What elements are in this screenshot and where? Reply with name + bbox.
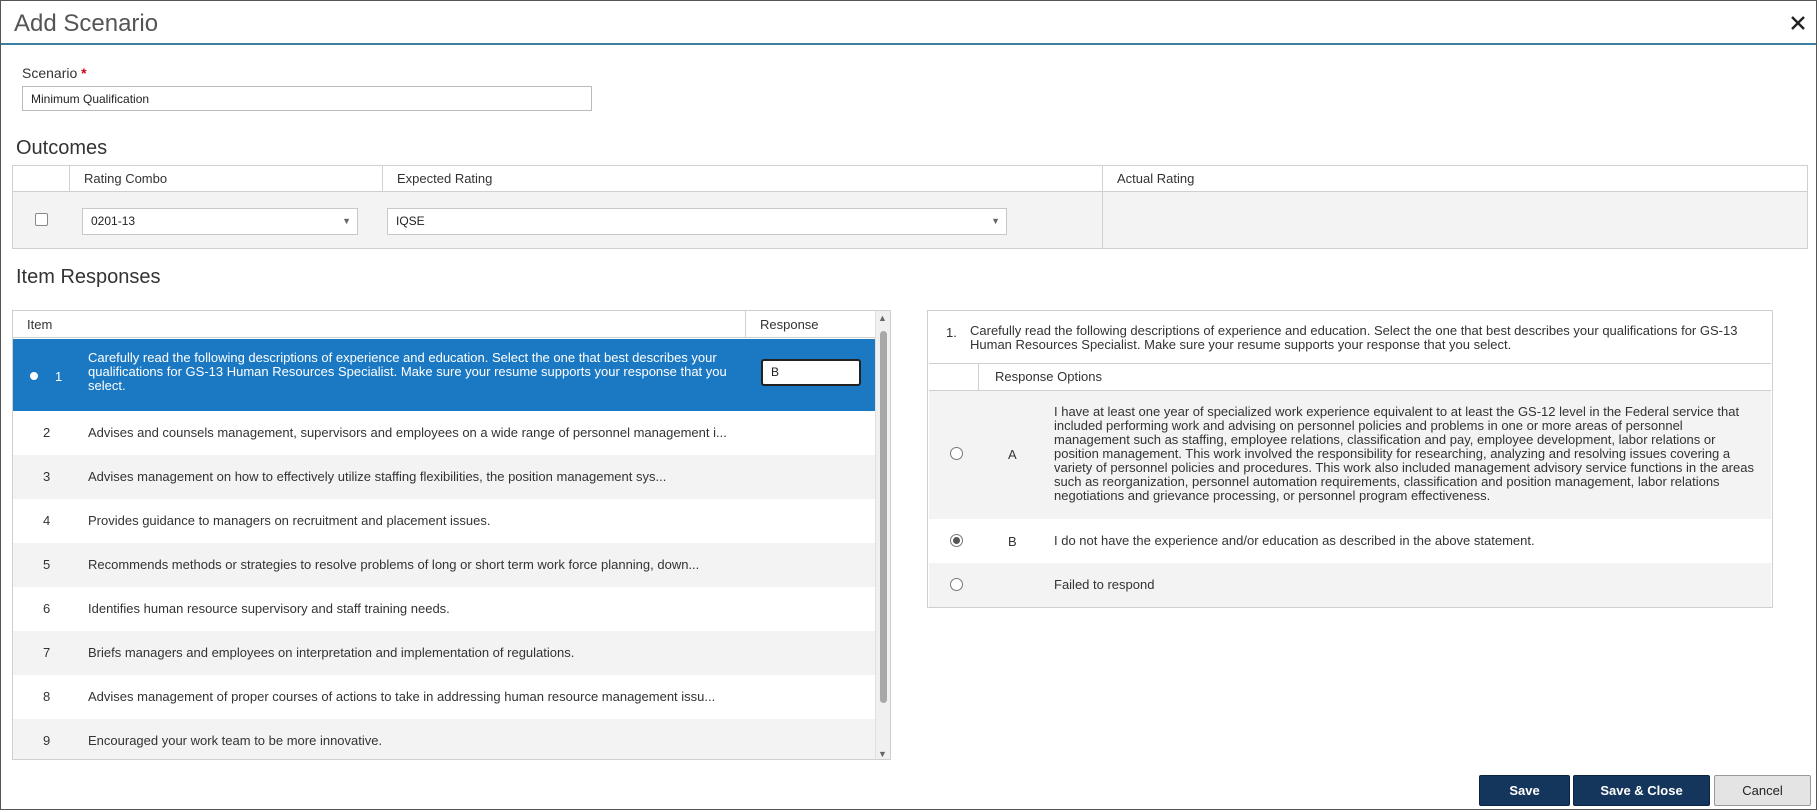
outcomes-select-col [13,166,69,192]
item-text: Provides guidance to managers on recruit… [88,513,491,528]
item-text: Recommends methods or strategies to reso… [88,557,700,572]
expected-rating-select[interactable]: IQSE ▼ [387,208,1007,235]
rating-combo-header: Rating Combo [69,166,382,192]
expected-rating-header: Expected Rating [382,166,1102,192]
rating-combo-select[interactable]: 0201-13 ▼ [82,208,358,235]
item-text: Identifies human resource supervisory an… [88,601,450,616]
item-row-selected[interactable]: 1 Carefully read the following descripti… [13,339,876,411]
item-text: Encouraged your work team to be more inn… [88,733,383,748]
option-text: I do not have the experience and/or educ… [1054,533,1535,548]
dialog-titlebar: Add Scenario [1,1,1816,45]
response-options-label: Response Options [995,369,1102,384]
question-text: Carefully read the following description… [970,323,1738,352]
scrollbar-thumb[interactable] [880,331,887,703]
row-indicator-icon [30,372,38,380]
item-number: 5 [43,557,51,572]
options-select-col [929,364,979,390]
items-grid: Item Response 1 Carefully read the follo… [12,310,891,760]
column-divider [746,338,747,339]
response-column-header: Response [760,317,819,332]
dialog-title: Add Scenario [14,10,159,37]
item-row[interactable]: 8 Advises management of proper courses o… [13,675,876,719]
item-number: 7 [43,645,51,660]
save-close-button[interactable]: Save & Close [1573,775,1710,806]
item-number: 4 [43,513,51,528]
item-text: Advises management on how to effectively… [88,469,667,484]
response-option-b[interactable]: B I do not have the experience and/or ed… [929,519,1771,563]
item-number: 9 [43,733,51,748]
option-radio-selected[interactable] [950,534,963,547]
cancel-button[interactable]: Cancel [1714,775,1811,806]
option-radio[interactable] [950,578,963,591]
item-row[interactable]: 4 Provides guidance to managers on recru… [13,499,876,543]
chevron-down-icon: ▼ [342,216,351,226]
item-row[interactable]: 2 Advises and counsels management, super… [13,411,876,455]
add-scenario-dialog: Add Scenario Scenario * Outcomes Rating … [0,0,1817,810]
item-text: Advises management of proper courses of … [88,689,716,704]
outcomes-table: Rating Combo Expected Rating Actual Rati… [12,165,1808,249]
item-row[interactable]: 7 Briefs managers and employees on inter… [13,631,876,675]
required-asterisk: * [81,65,87,81]
outcomes-heading: Outcomes [16,137,108,159]
scroll-down-icon[interactable]: ▼ [878,749,887,759]
item-number: 2 [43,425,51,440]
option-text: Failed to respond [1054,577,1155,592]
item-row[interactable]: 3 Advises management on how to effective… [13,455,876,499]
scenario-label-text: Scenario [22,65,78,81]
actual-rating-header: Actual Rating [1102,166,1808,192]
item-detail-panel: 1. Carefully read the following descript… [927,310,1773,608]
expected-rating-value: IQSE [396,214,425,228]
response-option-none[interactable]: Failed to respond [929,563,1771,607]
chevron-down-icon: ▼ [991,216,1000,226]
item-row[interactable]: 9 Encouraged your work team to be more i… [13,719,876,759]
option-letter: B [1008,534,1017,549]
question-number: 1. [946,325,957,340]
item-row[interactable]: 5 Recommends methods or strategies to re… [13,543,876,587]
item-number: 8 [43,689,51,704]
outcomes-header-row: Rating Combo Expected Rating Actual Rati… [13,166,1807,192]
items-scrollbar[interactable]: ▲ ▼ [875,311,890,759]
item-number: 3 [43,469,51,484]
close-icon[interactable] [1788,13,1808,33]
item-number: 6 [43,601,51,616]
response-input[interactable]: B [761,359,861,386]
scenario-label: Scenario * [22,65,87,81]
item-row[interactable]: 6 Identifies human resource supervisory … [13,587,876,631]
option-text: I have at least one year of specialized … [1054,404,1754,503]
outcome-row-checkbox[interactable] [35,213,48,226]
item-text: Advises and counsels management, supervi… [88,425,727,440]
item-column-header: Item [13,311,746,338]
scroll-up-icon[interactable]: ▲ [878,313,887,323]
column-divider [1102,192,1103,249]
item-text: Carefully read the following description… [88,351,727,393]
scenario-input[interactable] [22,86,592,111]
option-radio[interactable] [950,447,963,460]
response-options-header: Response Options [929,363,1771,391]
option-letter: A [1008,447,1017,462]
rating-combo-value: 0201-13 [91,214,136,228]
response-option-a[interactable]: A I have at least one year of specialize… [929,391,1771,519]
item-text: Briefs managers and employees on interpr… [88,645,575,660]
item-responses-heading: Item Responses [16,266,161,288]
items-header-row: Item Response [13,311,876,338]
save-button[interactable]: Save [1479,775,1570,806]
